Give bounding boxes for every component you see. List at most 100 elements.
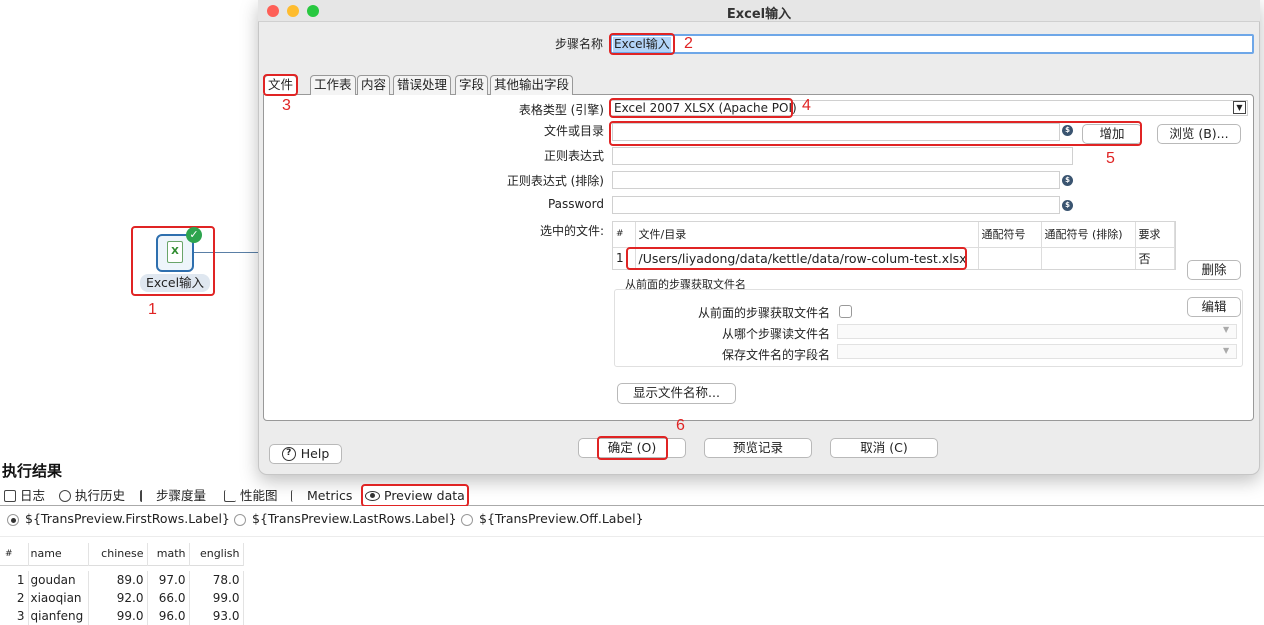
annotation-6: 6 [676,417,685,434]
regex-exclude-label: 正则表达式 (排除) [506,174,604,188]
selected-files-label: 选中的文件: [539,224,604,238]
wildcard-exclude-value[interactable] [1041,247,1136,269]
from-step-label: 从哪个步骤读文件名 [721,327,830,341]
tab-content[interactable]: 内容 [357,75,391,95]
annotation-1: 1 [148,301,157,318]
file-dir-label: 文件或目录 [543,124,604,138]
results-title: 执行结果 [2,462,63,480]
list-icon [140,490,152,502]
radio-first-rows[interactable]: ${TransPreview.FirstRows.Label} [7,511,230,526]
ok-button-highlight [597,436,668,460]
preview-button[interactable]: 预览记录 [704,438,812,458]
annotation-2: 2 [684,35,693,52]
cell-english: 99.0 [189,589,244,607]
dialog-title: Excel输入 [726,7,792,22]
col-required: 要求 [1135,222,1175,247]
tab-performance[interactable]: 性能图 [222,486,280,506]
row-index: 1 [0,571,29,589]
row-index: 2 [0,589,29,607]
dropdown-arrow-icon: ▼ [1223,346,1230,355]
regex-label: 正则表达式 [543,149,604,163]
tab-log[interactable]: 日志 [2,486,47,506]
tab-metrics[interactable]: Metrics [289,486,354,506]
radio-last-rows[interactable]: ${TransPreview.LastRows.Label} [234,511,457,526]
annotation-3: 3 [282,97,291,114]
dropdown-arrow-icon[interactable]: ▼ [1233,101,1246,114]
preview-table: # name chinese math english 1 goudan 89.… [0,543,250,625]
help-label: Help [300,446,330,461]
radio-last-rows-dot [234,513,246,526]
success-check-icon: ✓ [186,227,202,243]
gantt-icon [291,490,303,502]
table-row[interactable]: 2 xiaoqian 92.0 66.0 99.0 [0,589,244,607]
save-field-select[interactable] [837,344,1237,359]
regex-exclude-input[interactable] [612,171,1060,189]
cell-name: qianfeng [28,607,89,625]
edit-button[interactable]: 编辑 [1187,297,1241,317]
cell-math: 96.0 [147,607,190,625]
col-index-header: # [0,543,29,565]
variable-icon: $ [1062,175,1073,186]
radio-first-rows-dot [7,513,19,526]
cell-name: xiaoqian [28,589,89,607]
col-wildcard-exclude: 通配符号 (排除) [1041,222,1136,247]
step-name-label: 步骤名称 [554,37,603,51]
radio-off-label: ${TransPreview.Off.Label} [479,511,644,526]
cancel-button[interactable]: 取消 (C) [830,438,938,458]
file-path-highlight [626,247,967,270]
cell-name: goudan [28,571,89,589]
col-wildcard: 通配符号 [978,222,1042,247]
row-index: 3 [0,607,29,625]
tab-file-highlight [263,74,298,96]
col-index: # [613,222,636,247]
cell-english: 93.0 [189,607,244,625]
cell-math: 97.0 [147,571,190,589]
table-row[interactable]: 3 qianfeng 99.0 96.0 93.0 [0,607,244,625]
step-name-input[interactable] [610,34,1254,54]
cell-math: 66.0 [147,589,190,607]
radio-divider [0,536,1264,537]
regex-input[interactable] [612,147,1073,165]
required-value[interactable]: 否 [1135,247,1175,269]
tab-other-output[interactable]: 其他输出字段 [490,75,574,95]
radio-first-rows-label: ${TransPreview.FirstRows.Label} [25,511,230,526]
from-step-select[interactable] [837,324,1237,339]
radio-off[interactable]: ${TransPreview.Off.Label} [461,511,644,526]
clock-icon [59,490,71,502]
show-filenames-button[interactable]: 显示文件名称... [617,383,736,404]
delete-button[interactable]: 删除 [1187,260,1241,280]
step-name-value: Excel输入 [613,37,671,52]
variable-icon: $ [1062,200,1073,211]
password-input[interactable] [612,196,1060,214]
prev-step-checkbox[interactable] [839,305,852,318]
col-chinese-header: chinese [88,543,148,565]
radio-last-rows-label: ${TransPreview.LastRows.Label} [252,511,457,526]
tab-history[interactable]: 执行历史 [57,486,127,506]
cell-chinese: 89.0 [88,571,148,589]
browse-button[interactable]: 浏览 (B)... [1157,124,1241,144]
prev-step-check-label: 从前面的步骤获取文件名 [697,306,830,320]
col-file-dir: 文件/目录 [635,222,979,247]
log-icon [4,490,16,502]
tab-fields[interactable]: 字段 [455,75,489,95]
dropdown-arrow-icon: ▼ [1223,325,1230,334]
tab-sheets[interactable]: 工作表 [310,75,356,95]
tab-performance-label: 性能图 [240,488,278,503]
cell-english: 78.0 [189,571,244,589]
cell-chinese: 92.0 [88,589,148,607]
tab-error-handling[interactable]: 错误处理 [393,75,452,95]
tab-metrics-label: Metrics [307,488,353,503]
file-dir-highlight [609,121,1142,146]
preview-tab-highlight [361,484,469,507]
col-english-header: english [189,543,244,565]
help-button[interactable]: ? Help [269,444,342,464]
annotation-5: 5 [1106,150,1115,167]
tab-log-label: 日志 [20,488,46,503]
step-label: Excel输入 [140,274,210,292]
wildcard-value[interactable] [978,247,1042,269]
spreadsheet-type-highlight [609,98,793,118]
table-row[interactable]: 1 goudan 89.0 97.0 78.0 [0,571,244,589]
excel-file-icon: X [167,241,183,263]
tab-step-metrics[interactable]: 步骤度量 [138,486,208,506]
cell-chinese: 99.0 [88,607,148,625]
